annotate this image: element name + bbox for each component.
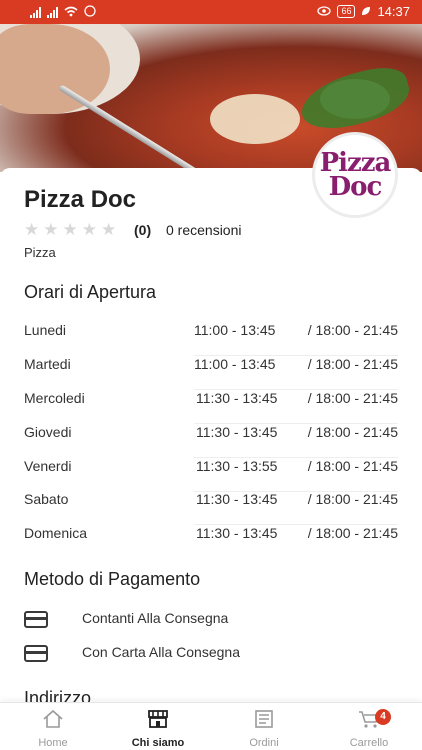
hours-slot-evening: / 18:00 - 21:45 <box>307 424 398 440</box>
battery-indicator: 66 <box>337 5 356 18</box>
payment-title: Metodo di Pagamento <box>24 569 201 589</box>
hours-slot-morning: 11:30 - 13:45 <box>196 491 278 507</box>
reviews-link[interactable]: 0 recensioni <box>166 222 242 238</box>
nav-chi-siamo-label: Chi siamo <box>131 737 185 749</box>
status-bar: 66 14:37 <box>0 0 422 24</box>
hours-slot-evening: / 18:00 - 21:45 <box>307 356 398 372</box>
nav-carrello-label: Carrello <box>349 737 389 749</box>
cart-icon <box>329 707 409 731</box>
restaurant-logo: Pizza Doc <box>312 132 398 218</box>
hours-slot-morning: 11:00 - 13:45 <box>194 322 276 338</box>
hours-slot-morning: 11:30 - 13:45 <box>196 390 278 406</box>
credit-card-icon <box>24 645 48 662</box>
hours-day: Domenica <box>24 525 88 541</box>
nav-chi-siamo[interactable]: Chi siamo <box>118 707 198 749</box>
hours-day: Mercoledi <box>24 390 85 406</box>
hours-slot-evening: / 18:00 - 21:45 <box>307 322 398 338</box>
nav-home[interactable]: Home <box>13 707 93 749</box>
star-icon: ★ <box>101 220 117 239</box>
hours-day: Venerdi <box>24 458 72 474</box>
wifi-icon <box>64 6 78 20</box>
star-icon: ★ <box>62 220 78 239</box>
hours-day: Martedi <box>24 356 71 372</box>
hours-slot-evening: / 18:00 - 21:45 <box>307 458 398 474</box>
bottom-navigation: Home Chi siamo Ordini 4 Carrello <box>0 702 422 750</box>
hours-day: Lunedi <box>24 322 67 338</box>
store-icon <box>118 707 198 731</box>
payment-method-label: Con Carta Alla Consegna <box>82 644 240 660</box>
hours-row: Domenica 11:30 - 13:45 / 18:00 - 21:45 <box>24 525 398 559</box>
hours-slot-morning: 11:30 - 13:55 <box>196 458 278 474</box>
hours-slot-evening: / 18:00 - 21:45 <box>307 390 398 406</box>
hours-slot-evening: / 18:00 - 21:45 <box>307 491 398 507</box>
signal-2-icon <box>47 7 58 18</box>
hours-row: Martedi 11:00 - 13:45 / 18:00 - 21:45 <box>24 356 398 390</box>
hours-row: Sabato 11:30 - 13:45 / 18:00 - 21:45 <box>24 491 398 525</box>
payment-method-label: Contanti Alla Consegna <box>82 610 229 626</box>
star-icon: ★ <box>43 220 59 239</box>
credit-card-icon <box>24 611 48 628</box>
rating-value: (0) <box>134 222 152 238</box>
hours-row: Mercoledi 11:30 - 13:45 / 18:00 - 21:45 <box>24 390 398 424</box>
hours-row: Giovedi 11:30 - 13:45 / 18:00 - 21:45 <box>24 424 398 458</box>
home-icon <box>13 707 93 731</box>
orders-icon <box>224 707 304 731</box>
star-icon: ★ <box>81 220 97 239</box>
restaurant-category: Pizza <box>24 245 56 260</box>
restaurant-name: Pizza Doc <box>24 186 137 213</box>
nav-home-label: Home <box>38 737 68 749</box>
leaf-icon <box>361 5 371 19</box>
hours-slot-morning: 11:30 - 13:45 <box>196 525 278 541</box>
hours-title: Orari di Apertura <box>24 282 157 302</box>
clock: 14:37 <box>377 4 410 19</box>
hours-row: Lunedi 11:00 - 13:45 / 18:00 - 21:45 <box>24 322 398 356</box>
nav-carrello[interactable]: 4 Carrello <box>329 707 409 749</box>
payment-method: Contanti Alla Consegna <box>24 610 398 634</box>
rating-stars: ★ ★ ★ ★ ★ <box>24 220 116 240</box>
nav-ordini-label: Ordini <box>249 737 279 749</box>
star-icon: ★ <box>24 220 40 239</box>
payment-method: Con Carta Alla Consegna <box>24 644 398 668</box>
hours-slot-morning: 11:30 - 13:45 <box>196 424 278 440</box>
hours-row: Venerdi 11:30 - 13:55 / 18:00 - 21:45 <box>24 458 398 492</box>
eye-icon <box>317 5 332 19</box>
hours-slot-evening: / 18:00 - 21:45 <box>307 525 398 541</box>
status-right-icons: 66 14:37 <box>317 4 410 19</box>
whatsapp-icon <box>84 5 96 20</box>
hours-slot-morning: 11:00 - 13:45 <box>194 356 276 372</box>
logo-text: Pizza Doc <box>319 148 392 202</box>
hours-day: Sabato <box>24 491 69 507</box>
hours-day: Giovedi <box>24 424 72 440</box>
nav-ordini[interactable]: Ordini <box>224 707 304 749</box>
status-left-icons <box>30 5 96 20</box>
signal-icon <box>30 7 41 18</box>
cart-badge: 4 <box>375 709 391 725</box>
